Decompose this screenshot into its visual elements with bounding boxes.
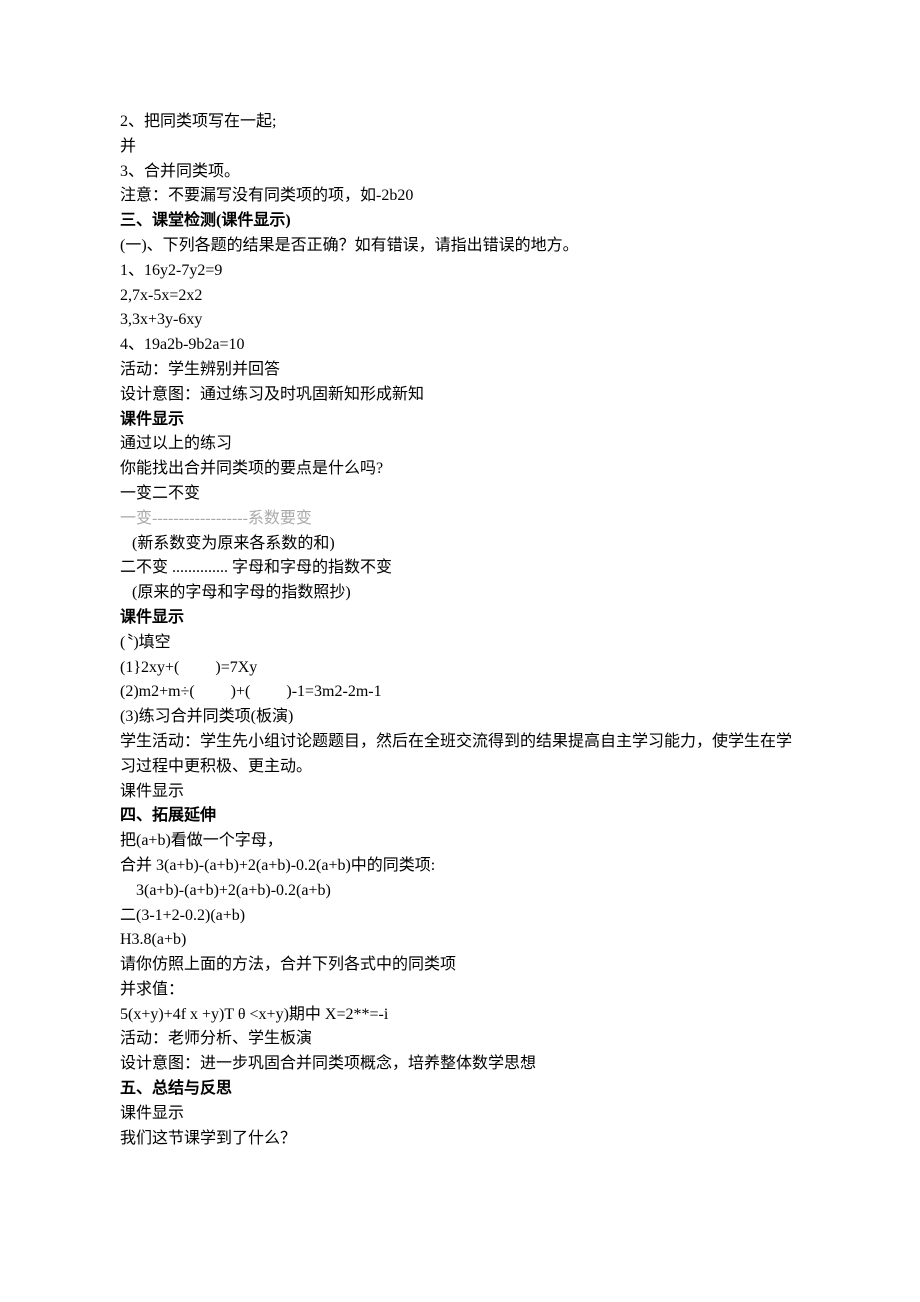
text-line: 二不变 .............. 字母和字母的指数不变 (120, 556, 800, 581)
text-line: (2)m2+m÷( )+( )-1=3m2-2m-1 (120, 680, 800, 705)
text-line: 通过以上的练习 (120, 432, 800, 457)
text-line: 并 (120, 135, 800, 160)
text-line: 设计意图：通过练习及时巩固新知形成新知 (120, 383, 800, 408)
text-line: 1、16y2-7y2=9 (120, 259, 800, 284)
text-line: 合并 3(a+b)-(a+b)+2(a+b)-0.2(a+b)中的同类项: (120, 854, 800, 879)
text-line: 请你仿照上面的方法，合并下列各式中的同类项 (120, 953, 800, 978)
text-line: 注意：不要漏写没有同类项的项，如-2b20 (120, 184, 800, 209)
text-line: 活动：学生辨别并回答 (120, 358, 800, 383)
text-line: 一变二不变 (120, 482, 800, 507)
text-line: (新系数变为原来各系数的和) (120, 532, 800, 557)
text-line: 课件显示 (120, 780, 800, 805)
text-line: 学生活动：学生先小组讨论题题目，然后在全班交流得到的结果提高自主学习能力，使学生… (120, 730, 800, 780)
text-line: 一变------------------系数要变 (120, 507, 800, 532)
text-line: 课件显示 (120, 606, 800, 631)
text-line: 3,3x+3y-6xy (120, 308, 800, 333)
text-line: 5(x+y)+4f x +y)T θ <x+y)期中 X=2**=-i (120, 1003, 800, 1028)
text-line: (一)、下列各题的结果是否正确？如有错误，请指出错误的地方。 (120, 234, 800, 259)
text-line: 把(a+b)看做一个字母， (120, 829, 800, 854)
text-line: 4、19a2b-9b2a=10 (120, 333, 800, 358)
text-line: 五、总结与反思 (120, 1077, 800, 1102)
text-line: 四、拓展延伸 (120, 804, 800, 829)
text-line: (1}2xy+( )=7Xy (120, 656, 800, 681)
text-line: 并求值： (120, 978, 800, 1003)
text-line: 设计意图：进一步巩固合并同类项概念，培养整体数学思想 (120, 1052, 800, 1077)
text-line: 课件显示 (120, 408, 800, 433)
document-body: 2、把同类项写在一起;并3、合并同类项。注意：不要漏写没有同类项的项，如-2b2… (120, 110, 800, 1151)
text-line: (3)练习合并同类项(板演) (120, 705, 800, 730)
text-line: 我们这节课学到了什么？ (120, 1127, 800, 1152)
text-line: 2、把同类项写在一起; (120, 110, 800, 135)
text-line: 3、合并同类项。 (120, 160, 800, 185)
text-line: 二(3-1+2-0.2)(a+b) (120, 904, 800, 929)
text-line: 2,7x-5x=2x2 (120, 284, 800, 309)
text-line: 3(a+b)-(a+b)+2(a+b)-0.2(a+b) (120, 879, 800, 904)
text-line: 课件显示 (120, 1102, 800, 1127)
text-line: 你能找出合并同类项的要点是什么吗? (120, 457, 800, 482)
text-line: H3.8(a+b) (120, 928, 800, 953)
text-line: (〝)填空 (120, 631, 800, 656)
text-line: 活动：老师分析、学生板演 (120, 1027, 800, 1052)
text-line: (原来的字母和字母的指数照抄) (120, 581, 800, 606)
text-line: 三、课堂检测(课件显示) (120, 209, 800, 234)
